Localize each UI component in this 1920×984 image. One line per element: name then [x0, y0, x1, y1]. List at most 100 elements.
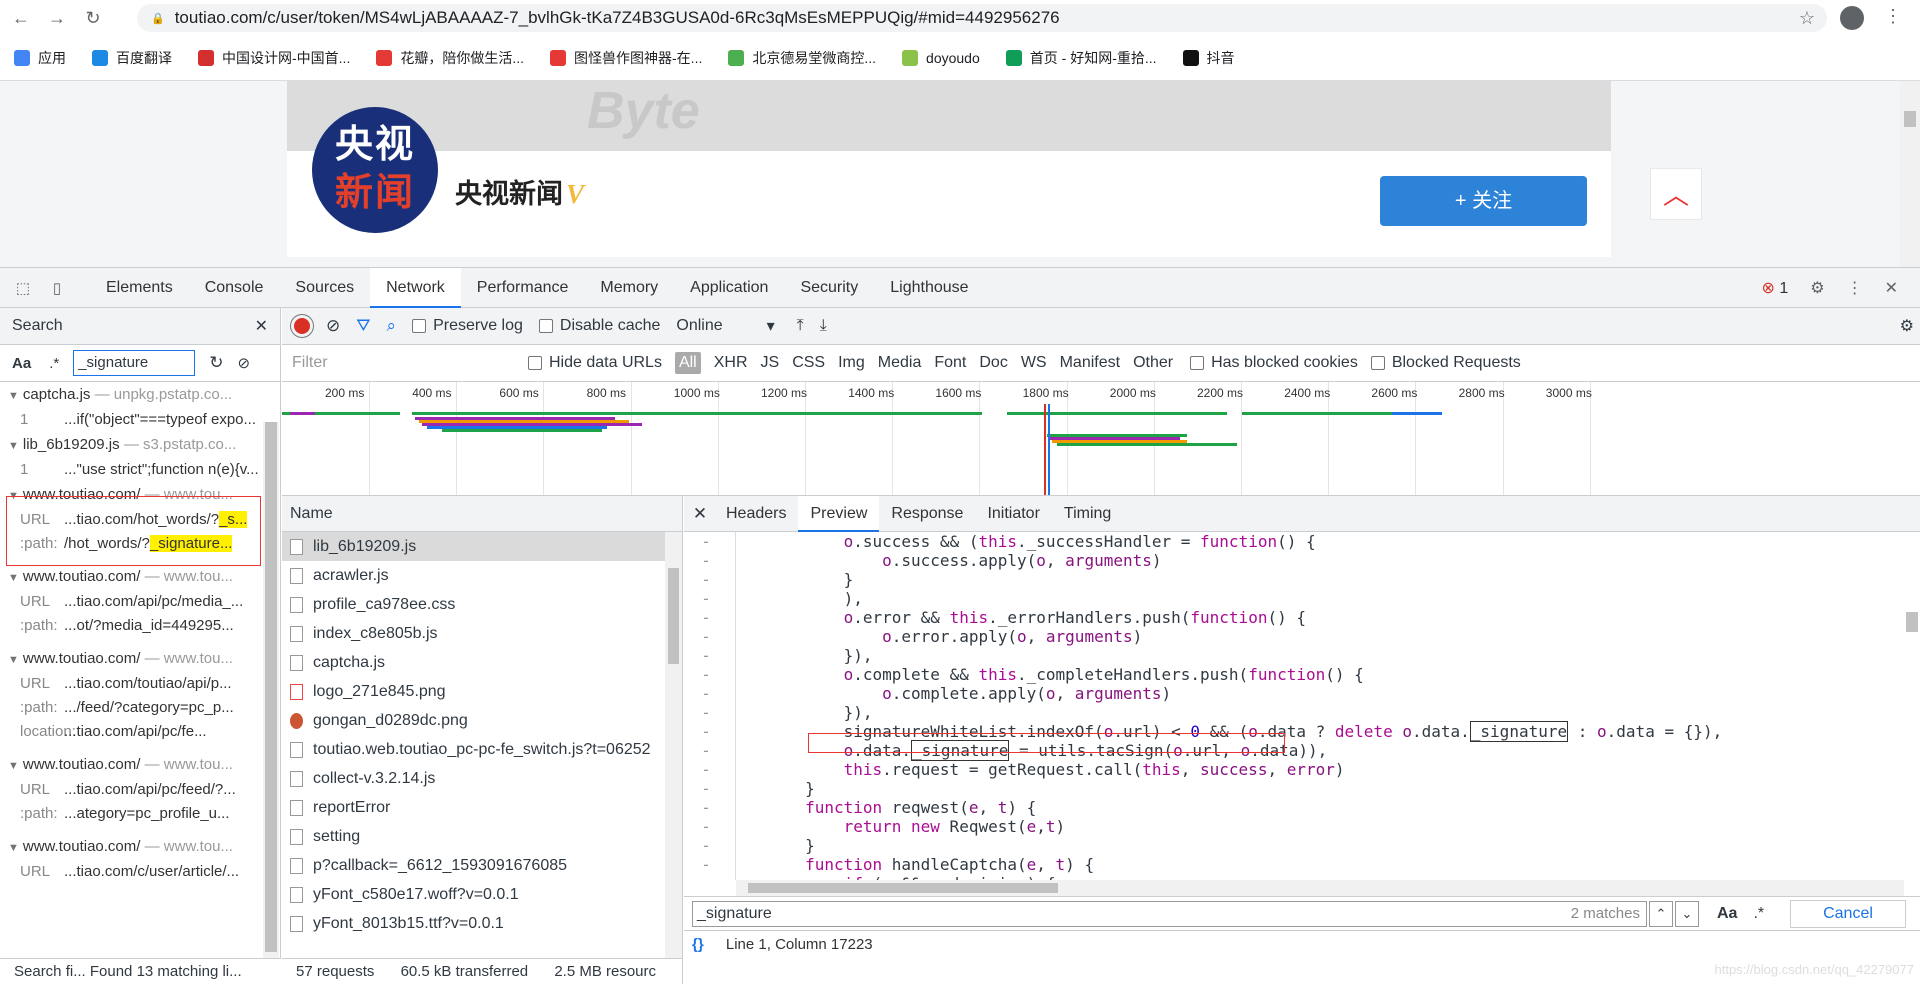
expand-triangle-icon[interactable]: ▼ — [8, 760, 19, 772]
bookmark-item[interactable]: 应用 — [14, 48, 66, 68]
filter-type-css[interactable]: CSS — [792, 352, 825, 374]
search-result-line[interactable]: location:...tiao.com/api/pc/fe... — [0, 720, 280, 744]
request-row[interactable]: collect-v.3.2.14.js — [282, 764, 667, 793]
request-row[interactable]: logo_271e845.png — [282, 677, 667, 706]
search-input[interactable]: _signature — [73, 350, 195, 376]
search-result-line[interactable]: URL...tiao.com/c/user/article/... — [0, 860, 280, 884]
request-row[interactable]: lib_6b19209.js — [282, 532, 667, 561]
request-row[interactable]: reportError — [282, 793, 667, 822]
close-devtools-icon[interactable]: ✕ — [1885, 278, 1898, 298]
regex-button[interactable]: .* — [49, 355, 59, 372]
find-previous-icon[interactable]: ⌃ — [1649, 901, 1673, 927]
request-row[interactable]: profile_ca978ee.css — [282, 590, 667, 619]
search-result-line[interactable]: :path:...ategory=pc_profile_u... — [0, 802, 280, 826]
filter-input[interactable]: Filter — [286, 350, 514, 376]
bookmark-item[interactable]: 北京德易堂微商控... — [728, 48, 876, 68]
more-options-icon[interactable]: ⋮ — [1847, 278, 1863, 298]
tab-lighthouse[interactable]: Lighthouse — [874, 268, 984, 308]
filter-type-img[interactable]: Img — [838, 352, 865, 374]
filter-type-manifest[interactable]: Manifest — [1060, 352, 1120, 374]
preserve-log-checkbox[interactable]: Preserve log — [412, 317, 523, 335]
refresh-search-icon[interactable]: ↻ — [209, 353, 223, 373]
request-row[interactable]: gongan_d0289dc.png — [282, 706, 667, 735]
request-row[interactable]: acrawler.js — [282, 561, 667, 590]
request-row[interactable]: setting — [282, 822, 667, 851]
tab-memory[interactable]: Memory — [584, 268, 674, 308]
disable-cache-checkbox[interactable]: Disable cache — [539, 317, 661, 335]
network-overview-timeline[interactable]: 200 ms400 ms600 ms800 ms1000 ms1200 ms14… — [282, 382, 1920, 496]
close-search-icon[interactable]: ✕ — [255, 316, 268, 336]
tab-performance[interactable]: Performance — [461, 268, 585, 308]
bookmark-item[interactable]: 图怪兽作图神器-在... — [550, 48, 702, 68]
tab-elements[interactable]: Elements — [90, 268, 189, 308]
request-row[interactable]: toutiao.web.toutiao_pc-pc-fe_switch.js?t… — [282, 735, 667, 764]
tab-application[interactable]: Application — [674, 268, 784, 308]
request-row[interactable]: captcha.js — [282, 648, 667, 677]
chevron-up-icon[interactable]: ︿ — [1650, 168, 1702, 220]
filter-type-other[interactable]: Other — [1133, 352, 1173, 374]
filter-icon[interactable]: ⛛ — [356, 316, 370, 336]
preview-vertical-scrollbar[interactable] — [1904, 532, 1920, 880]
expand-triangle-icon[interactable]: ▼ — [8, 654, 19, 666]
filter-type-media[interactable]: Media — [878, 352, 922, 374]
page-scroll-thumb[interactable] — [1904, 111, 1916, 127]
search-result-line[interactable]: 1..."use strict";function n(e){v... — [0, 458, 280, 482]
hide-data-urls-checkbox[interactable]: Hide data URLs — [528, 354, 662, 372]
find-regex-button[interactable]: .* — [1753, 905, 1764, 923]
tab-sources[interactable]: Sources — [279, 268, 370, 308]
bookmark-item[interactable]: 抖音 — [1183, 48, 1235, 68]
address-bar[interactable]: 🔒 toutiao.com/c/user/token/MS4wLjABAAAAZ… — [137, 4, 1827, 32]
follow-button[interactable]: + 关注 — [1380, 176, 1587, 226]
bookmark-item[interactable]: 首页 - 好知网-重拾... — [1006, 48, 1157, 68]
search-results-scrollbar[interactable] — [263, 422, 279, 958]
profile-avatar-icon[interactable] — [1840, 6, 1864, 30]
forward-icon[interactable]: → — [42, 8, 72, 29]
request-row[interactable]: index_c8e805b.js — [282, 619, 667, 648]
error-count-badge[interactable]: ⊗ 1 — [1761, 278, 1788, 298]
expand-triangle-icon[interactable]: ▼ — [8, 440, 19, 452]
filter-type-ws[interactable]: WS — [1021, 352, 1047, 374]
search-result-file[interactable]: ▼www.toutiao.com/ — www.tou... — [0, 752, 280, 778]
bookmark-star-icon[interactable]: ☆ — [1799, 8, 1815, 29]
search-icon[interactable]: ⌕ — [387, 316, 397, 336]
tab-console[interactable]: Console — [189, 268, 280, 308]
find-query[interactable]: _signature — [697, 905, 772, 923]
request-row[interactable]: p?callback=_6612_1593091676085 — [282, 851, 667, 880]
bookmark-item[interactable]: 花瓣，陪你做生活... — [376, 48, 524, 68]
filter-type-js[interactable]: JS — [761, 352, 780, 374]
preview-horizontal-scrollbar[interactable] — [736, 880, 1904, 896]
expand-triangle-icon[interactable]: ▼ — [8, 842, 19, 854]
find-input[interactable]: _signature 2 matches — [692, 901, 1647, 927]
tab-network[interactable]: Network — [370, 268, 461, 308]
clear-icon[interactable]: ⊘ — [326, 316, 340, 336]
throttle-select[interactable]: Online▾ — [676, 316, 774, 336]
search-result-file[interactable]: ▼www.toutiao.com/ — www.tou... — [0, 834, 280, 860]
filter-type-xhr[interactable]: XHR — [714, 352, 748, 374]
expand-triangle-icon[interactable]: ▼ — [8, 572, 19, 584]
find-next-icon[interactable]: ⌄ — [1675, 901, 1699, 927]
record-button[interactable] — [294, 318, 310, 334]
details-tab-timing[interactable]: Timing — [1052, 496, 1123, 532]
device-toggle-icon[interactable]: ▯ — [46, 279, 68, 297]
search-result-file[interactable]: ▼captcha.js — unpkg.pstatp.co... — [0, 382, 280, 408]
search-result-line[interactable]: 1...if("object"===typeof expo... — [0, 408, 280, 432]
details-tab-response[interactable]: Response — [879, 496, 975, 532]
close-details-icon[interactable]: ✕ — [686, 504, 714, 524]
details-tab-initiator[interactable]: Initiator — [975, 496, 1051, 532]
settings-gear-icon[interactable]: ⚙ — [1810, 278, 1824, 298]
preview-hscroll-thumb[interactable] — [748, 883, 1058, 893]
inspect-element-icon[interactable]: ⬚ — [12, 279, 34, 297]
search-result-file[interactable]: ▼lib_6b19209.js — s3.pstatp.co... — [0, 432, 280, 458]
browser-menu-icon[interactable]: ⋮ — [1884, 6, 1902, 27]
tab-security[interactable]: Security — [784, 268, 874, 308]
request-list-scrollbar[interactable] — [665, 532, 682, 958]
bookmark-item[interactable]: 中国设计网-中国首... — [198, 48, 350, 68]
search-result-line[interactable]: URL...tiao.com/api/pc/media_... — [0, 590, 280, 614]
filter-type-font[interactable]: Font — [934, 352, 966, 374]
import-har-icon[interactable]: ⤒ — [797, 317, 804, 335]
reload-icon[interactable]: ↻ — [78, 8, 108, 29]
filter-type-all[interactable]: All — [675, 352, 701, 374]
search-result-line[interactable]: URL...tiao.com/toutiao/api/p... — [0, 672, 280, 696]
search-result-line[interactable]: URL...tiao.com/api/pc/feed/?... — [0, 778, 280, 802]
request-row[interactable]: yFont_8013b15.ttf?v=0.0.1 — [282, 909, 667, 938]
